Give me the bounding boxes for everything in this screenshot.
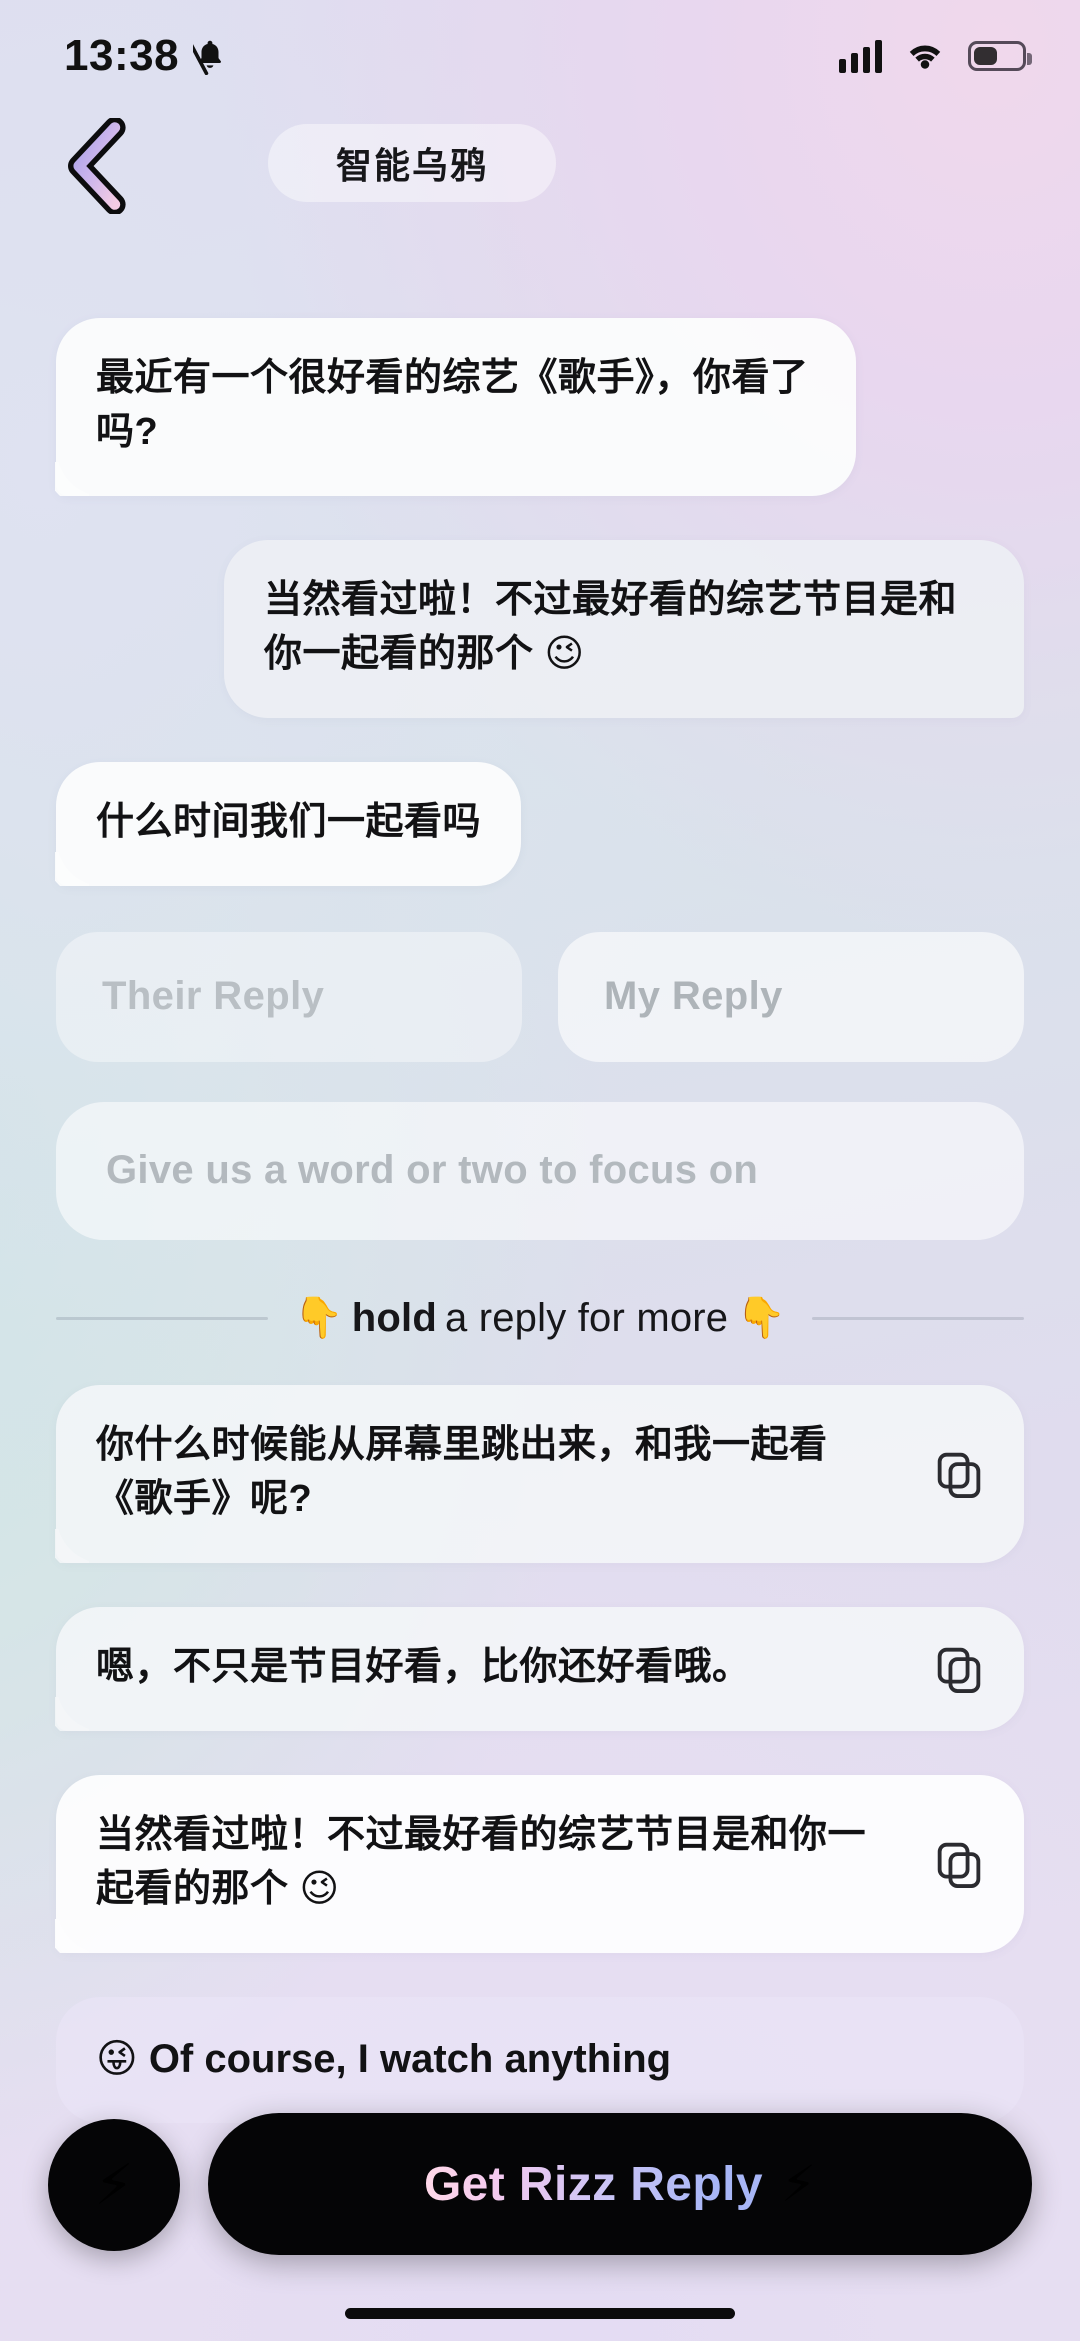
divider-line-left — [56, 1317, 268, 1320]
page-title: 智能乌鸦 — [268, 124, 556, 202]
point-down-icon: 👇 — [294, 1298, 344, 1338]
message-text: 什么时间我们一起看吗 — [96, 796, 481, 850]
suggestion-text: 😜 Of course, I watch anything — [96, 2031, 894, 2087]
quick-action-button[interactable]: ⚡ — [48, 2119, 180, 2251]
message-bubble-incoming[interactable]: 最近有一个很好看的综艺《歌手》，你看了吗? — [56, 318, 856, 496]
message-row: 当然看过啦！不过最好看的综艺节目是和你一起看的那个 😉 — [0, 540, 1080, 718]
message-bubble-outgoing[interactable]: 当然看过啦！不过最好看的综艺节目是和你一起看的那个 😉 — [224, 540, 1024, 718]
lightning-bolt-icon: ⚡ — [781, 2159, 816, 2209]
message-text: 最近有一个很好看的综艺《歌手》，你看了吗? — [96, 352, 816, 460]
status-bar: 13:38 — [0, 0, 1080, 112]
suggestion-text: 当然看过啦！不过最好看的综艺节目是和你一起看的那个 😉 — [96, 1809, 894, 1917]
my-reply-label: My Reply — [604, 974, 783, 1019]
bubble-tail — [55, 1695, 89, 1731]
suggestion-card[interactable]: 你什么时候能从屏幕里跳出来，和我一起看《歌手》呢? — [56, 1385, 1024, 1563]
suggestion-text: 嗯，不只是节目好看，比你还好看哦。 — [96, 1641, 894, 1695]
battery-icon — [968, 41, 1026, 71]
bubble-tail — [55, 1917, 89, 1953]
copy-icon[interactable] — [932, 1642, 986, 1696]
home-indicator — [345, 2308, 735, 2319]
status-bar-left: 13:38 — [64, 31, 227, 81]
get-rizz-reply-button[interactable]: Get Rizz Reply ⚡ — [208, 2113, 1032, 2255]
cellular-bars-icon — [839, 39, 882, 73]
back-button[interactable] — [52, 120, 144, 212]
chevron-left-icon — [59, 118, 137, 214]
bubble-tail — [55, 1527, 89, 1563]
suggestion-card[interactable]: 😜 Of course, I watch anything — [56, 1997, 1024, 2123]
status-bar-right — [839, 38, 1026, 74]
status-bar-clock: 13:38 — [64, 31, 179, 81]
bell-slash-icon — [193, 37, 227, 75]
reply-side-selector: Their Reply My Reply — [0, 932, 1080, 1062]
my-reply-button[interactable]: My Reply — [558, 932, 1024, 1062]
hold-hint-text: 👇 hold a reply for more 👇 — [294, 1296, 787, 1341]
message-text: 当然看过啦！不过最好看的综艺节目是和你一起看的那个 😉 — [264, 574, 984, 682]
divider-line-right — [812, 1317, 1024, 1320]
chat-scroll-area[interactable]: 最近有一个很好看的综艺《歌手》，你看了吗? 当然看过啦！不过最好看的综艺节目是和… — [0, 222, 1080, 2341]
hold-word: hold — [352, 1296, 437, 1341]
hold-rest: a reply for more — [445, 1296, 728, 1341]
copy-icon[interactable] — [932, 1837, 986, 1891]
app-header: 智能乌鸦 — [0, 112, 1080, 222]
hold-hint-divider: 👇 hold a reply for more 👇 — [0, 1296, 1080, 1341]
page-title-text: 智能乌鸦 — [336, 137, 488, 189]
their-reply-label: Their Reply — [102, 974, 324, 1019]
suggestion-text: 你什么时候能从屏幕里跳出来，和我一起看《歌手》呢? — [96, 1419, 894, 1527]
bubble-tail — [55, 460, 89, 496]
lightning-bolt-icon: ⚡ — [94, 2157, 133, 2213]
point-down-icon: 👇 — [736, 1298, 786, 1338]
focus-word-input[interactable]: Give us a word or two to focus on — [56, 1102, 1024, 1240]
wifi-icon — [902, 38, 948, 74]
their-reply-button[interactable]: Their Reply — [56, 932, 522, 1062]
message-row: 最近有一个很好看的综艺《歌手》，你看了吗? — [0, 318, 1080, 496]
copy-icon[interactable] — [932, 1447, 986, 1501]
message-bubble-incoming[interactable]: 什么时间我们一起看吗 — [56, 762, 521, 886]
get-rizz-reply-label: Get Rizz Reply — [424, 2157, 763, 2212]
message-row: 什么时间我们一起看吗 — [0, 762, 1080, 886]
suggestion-card[interactable]: 当然看过啦！不过最好看的综艺节目是和你一起看的那个 😉 — [56, 1775, 1024, 1953]
suggestion-card[interactable]: 嗯，不只是节目好看，比你还好看哦。 — [56, 1607, 1024, 1731]
bubble-tail — [55, 850, 89, 886]
focus-word-placeholder: Give us a word or two to focus on — [106, 1148, 758, 1193]
